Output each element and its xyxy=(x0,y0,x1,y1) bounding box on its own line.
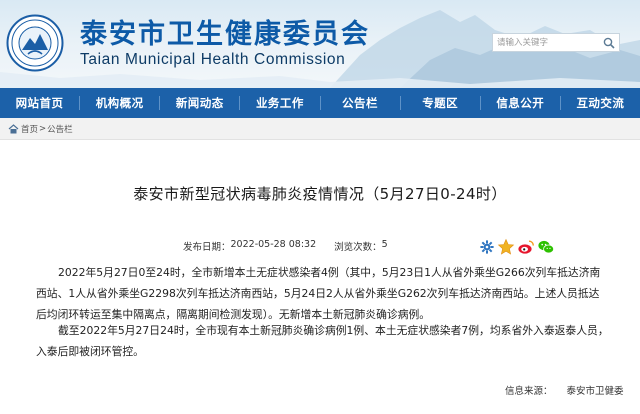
header-banner: 泰安市卫生健康委员会 Taian Municipal Health Commis… xyxy=(0,0,640,88)
nav-item-home[interactable]: 网站首页 xyxy=(0,88,79,118)
search-box xyxy=(492,33,620,52)
nav-item-topics[interactable]: 专题区 xyxy=(401,88,480,118)
qzone-icon[interactable] xyxy=(497,238,515,256)
wechat-icon[interactable] xyxy=(537,238,555,256)
nav-item-news[interactable]: 新闻动态 xyxy=(160,88,239,118)
site-title-cn: 泰安市卫生健康委员会 xyxy=(80,19,370,50)
commission-logo xyxy=(6,14,64,72)
nav-item-interaction[interactable]: 互动交流 xyxy=(561,88,640,118)
source-label: 信息来源： xyxy=(505,386,553,397)
search-input[interactable] xyxy=(493,34,599,51)
source-value: 泰安市卫健委 xyxy=(566,386,624,397)
breadcrumb-separator: > xyxy=(39,124,47,134)
site-title-en: Taian Municipal Health Commission xyxy=(80,51,346,68)
article-meta: 发布日期： 2022-05-28 08:32 浏览次数： 5 xyxy=(183,239,388,253)
view-count-label: 浏览次数： xyxy=(334,242,382,253)
publish-date-label: 发布日期： xyxy=(183,242,231,253)
view-count: 5 xyxy=(381,239,388,250)
main-nav: 网站首页 机构概况 新闻动态 业务工作 公告栏 专题区 信息公开 互动交流 xyxy=(0,88,640,118)
gear-icon[interactable] xyxy=(479,239,495,255)
source-note: 信息来源： 泰安市卫健委 xyxy=(505,383,624,397)
nav-item-disclosure[interactable]: 信息公开 xyxy=(481,88,560,118)
nav-item-business[interactable]: 业务工作 xyxy=(240,88,319,118)
nav-item-about[interactable]: 机构概况 xyxy=(80,88,159,118)
breadcrumb-current-link[interactable]: 公告栏 xyxy=(47,123,73,135)
article-title: 泰安市新型冠状病毒肺炎疫情情况（5月27日0-24时） xyxy=(133,185,507,203)
breadcrumb-bar: 首页 > 公告栏 xyxy=(0,118,640,140)
article-paragraph: 截至2022年5月27日24时，全市现有本土新冠肺炎确诊病例1例、本土无症状感染… xyxy=(36,324,609,358)
article-paragraph: 2022年5月27日0至24时，全市新增本土无症状感染者4例（其中，5月23日1… xyxy=(36,266,601,321)
search-icon xyxy=(603,37,615,49)
breadcrumb: 首页 > 公告栏 xyxy=(8,123,73,135)
home-icon xyxy=(8,124,19,134)
breadcrumb-home-link[interactable]: 首页 xyxy=(21,123,38,135)
share-toolbar xyxy=(479,238,555,256)
search-button[interactable] xyxy=(599,34,619,51)
weibo-icon[interactable] xyxy=(517,238,535,256)
nav-item-notices[interactable]: 公告栏 xyxy=(321,88,400,118)
page-root: 泰安市卫生健康委员会 Taian Municipal Health Commis… xyxy=(0,0,640,414)
publish-date: 2022-05-28 08:32 xyxy=(230,239,317,250)
